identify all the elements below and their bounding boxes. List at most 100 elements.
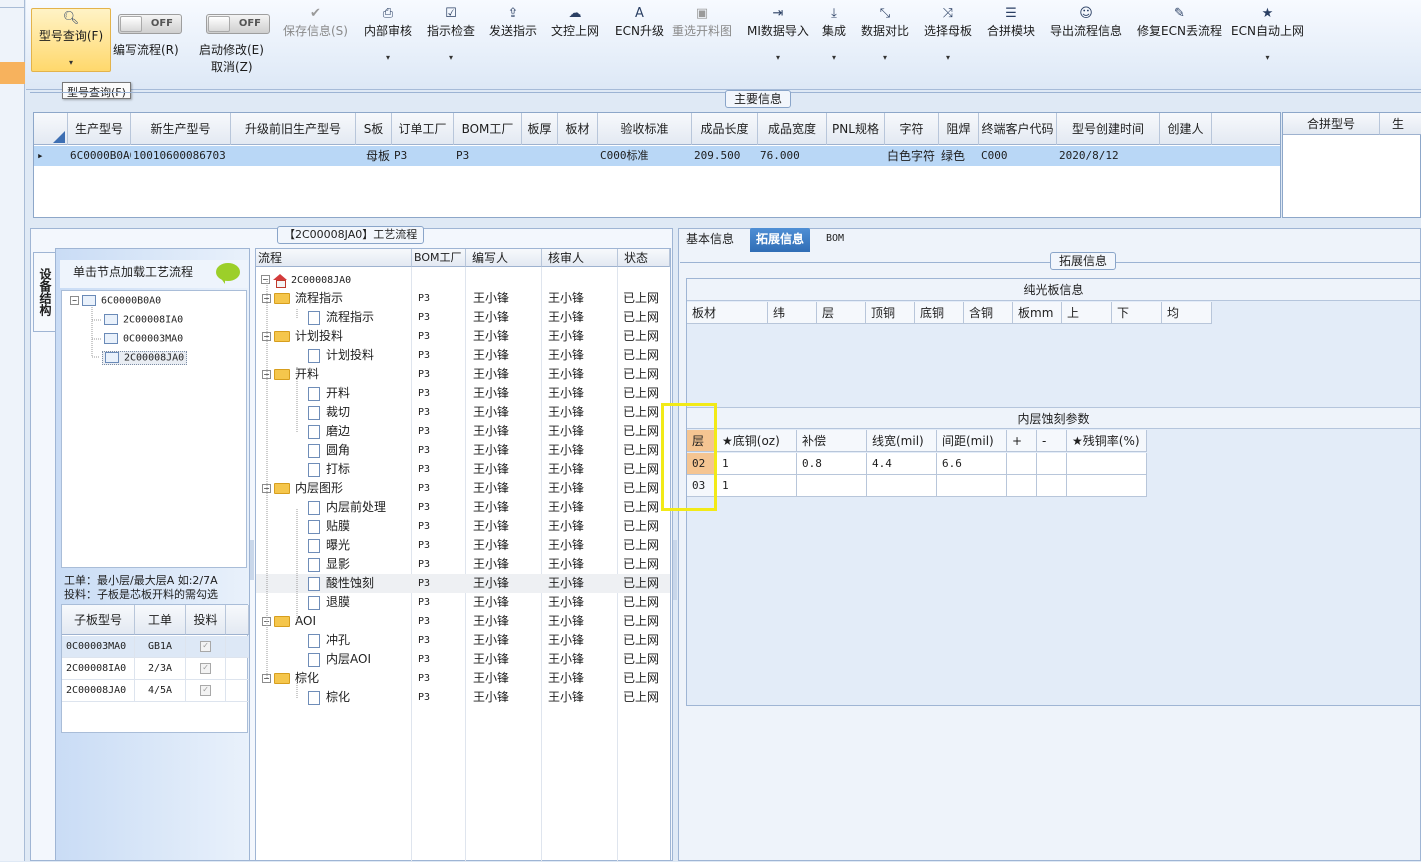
process-row[interactable]: 显影 P3 王小锋 王小锋 已上网 [256, 555, 670, 574]
column-header[interactable]: 板材 [558, 113, 598, 145]
save-info-button[interactable]: ✔ 保存信息(S) [283, 6, 348, 39]
column-header[interactable]: 成品长度 [692, 113, 758, 145]
query-model-button[interactable]: 🔍︎ 型号查询(F) ▾ [31, 8, 111, 72]
reselect-chart-button[interactable]: ▣ 重选开料图 [672, 6, 732, 39]
table-cell[interactable] [560, 146, 598, 166]
table-cell[interactable]: 209.500 [694, 146, 758, 166]
process-root[interactable]: −2C00008JA0 [256, 270, 670, 289]
process-row[interactable]: 棕化 P3 王小锋 王小锋 已上网 [256, 688, 670, 707]
etch-cell[interactable] [1067, 453, 1147, 475]
ecn-auto-button[interactable]: ★ ECN自动上网 ▾ [1231, 6, 1304, 62]
send-indicate-button[interactable]: ⇪ 发送指示 [489, 6, 537, 39]
column-header[interactable]: 终端客户代码 [979, 113, 1057, 145]
bare-column-header[interactable]: 纬 [768, 302, 817, 324]
sub-order-cell[interactable]: 4/5A [135, 680, 186, 702]
table-cell[interactable] [1162, 146, 1212, 166]
splitter-handle[interactable] [250, 540, 254, 580]
column-header[interactable]: 成品宽度 [758, 113, 827, 145]
etch-cell[interactable] [1067, 475, 1147, 497]
table-cell[interactable]: 白色字符 [887, 146, 939, 166]
column-header[interactable]: 新生产型号 [131, 113, 231, 145]
write-flow-toggle[interactable]: OFF [118, 14, 182, 34]
feed-checkbox[interactable]: ✓ [186, 658, 226, 680]
process-row[interactable]: 打标 P3 王小锋 王小锋 已上网 [256, 460, 670, 479]
bare-column-header[interactable]: 板材 [687, 302, 768, 324]
merge-module-button[interactable]: ☰ 合拼模块 [987, 6, 1035, 39]
table-cell[interactable] [524, 146, 558, 166]
table-row[interactable]: 0C00003MA0 GB1A ✓ [62, 636, 249, 658]
header-writer[interactable]: 编写人 [466, 249, 542, 267]
process-row[interactable]: 曝光 P3 王小锋 王小锋 已上网 [256, 536, 670, 555]
splitter-handle[interactable] [673, 540, 677, 600]
etch-cell[interactable]: 1 [717, 475, 797, 497]
column-header[interactable]: 订单工厂 [392, 113, 454, 145]
column-header[interactable]: S板 [356, 113, 392, 145]
table-row[interactable]: 2C00008IA0 2/3A ✓ [62, 658, 249, 680]
tab-bom[interactable]: BOM [820, 228, 850, 252]
table-row[interactable]: 2C00008JA0 4/5A ✓ [62, 680, 249, 702]
internal-review-button[interactable]: ⎙ 内部审核 ▾ [364, 6, 412, 62]
process-row[interactable]: 开料 P3 王小锋 王小锋 已上网 [256, 384, 670, 403]
table-cell[interactable]: P3 [456, 146, 522, 166]
process-row[interactable]: 裁切 P3 王小锋 王小锋 已上网 [256, 403, 670, 422]
table-cell[interactable]: 76.000 [760, 146, 827, 166]
repair-ecn-button[interactable]: ✎ 修复ECN丢流程 [1137, 6, 1222, 39]
start-modify-toggle[interactable]: OFF [206, 14, 270, 34]
export-flow-button[interactable]: ☺ 导出流程信息 [1050, 6, 1122, 39]
sub-header-order[interactable]: 工单 [135, 605, 186, 635]
table-row[interactable]: ▸ 6C0000B0A0 10010600086703 母板 P3 P3 C000标准 209… [34, 146, 1280, 166]
table-cell[interactable] [233, 146, 356, 166]
process-row[interactable]: 计划投料 P3 王小锋 王小锋 已上网 [256, 346, 670, 365]
process-row[interactable]: − 开料 P3 王小锋 王小锋 已上网 [256, 365, 670, 384]
sub-model-cell[interactable]: 2C00008IA0 [62, 658, 135, 680]
select-board-button[interactable]: ⤨ 选择母板 ▾ [924, 6, 972, 62]
tab-extended-info[interactable]: 拓展信息 [750, 228, 811, 252]
etch-column-header[interactable]: 间距(mil) [937, 430, 1007, 452]
column-header[interactable]: PNL规格 [827, 113, 885, 145]
sub-model-cell[interactable]: 0C00003MA0 [62, 636, 135, 658]
etch-cell[interactable] [797, 475, 867, 497]
process-row[interactable]: 贴膜 P3 王小锋 王小锋 已上网 [256, 517, 670, 536]
etch-column-header[interactable]: 线宽(mil) [867, 430, 937, 452]
bare-column-header[interactable]: 板mm [1013, 302, 1062, 324]
table-cell[interactable]: 2020/8/12 [1059, 146, 1160, 166]
column-header[interactable]: 阻焊 [939, 113, 979, 145]
process-row[interactable]: 退膜 P3 王小锋 王小锋 已上网 [256, 593, 670, 612]
integrate-button[interactable]: ⤓ 集成 ▾ [822, 6, 846, 62]
table-cell[interactable]: 母板 [358, 146, 392, 166]
table-cell[interactable]: P3 [394, 146, 454, 166]
process-row[interactable]: 流程指示 P3 王小锋 王小锋 已上网 [256, 308, 670, 327]
bare-column-header[interactable]: 底铜 [915, 302, 964, 324]
etch-column-header[interactable]: ★残铜率(%) [1067, 430, 1147, 452]
feed-checkbox[interactable]: ✓ [186, 636, 226, 658]
header-bom[interactable]: BOM工厂 [412, 249, 466, 267]
column-header[interactable]: 板厚 [522, 113, 558, 145]
indicate-check-button[interactable]: ☑ 指示检查 ▾ [427, 6, 475, 62]
sub-header-feed[interactable]: 投料 [186, 605, 226, 635]
column-header[interactable]: 字符 [885, 113, 939, 145]
data-compare-button[interactable]: ⤡ 数据对比 ▾ [861, 6, 909, 62]
table-cell[interactable]: 绿色 [941, 146, 979, 166]
process-row[interactable]: − 棕化 P3 王小锋 王小锋 已上网 [256, 669, 670, 688]
merge-production-header[interactable]: 生 [1380, 113, 1421, 135]
process-row[interactable]: 酸性蚀刻 P3 王小锋 王小锋 已上网 [256, 574, 670, 593]
column-header[interactable]: 验收标准 [598, 113, 692, 145]
process-row[interactable]: 内层AOI P3 王小锋 王小锋 已上网 [256, 650, 670, 669]
etch-cell[interactable] [1007, 475, 1037, 497]
etch-cell[interactable]: 6.6 [937, 453, 1007, 475]
etch-cell[interactable] [1007, 453, 1037, 475]
sub-order-cell[interactable]: GB1A [135, 636, 186, 658]
table-cell[interactable]: C000标准 [600, 146, 692, 166]
bare-column-header[interactable]: 层 [817, 302, 866, 324]
process-row[interactable]: 磨边 P3 王小锋 王小锋 已上网 [256, 422, 670, 441]
etch-cell[interactable] [937, 475, 1007, 497]
process-row[interactable]: 冲孔 P3 王小锋 王小锋 已上网 [256, 631, 670, 650]
etch-column-header[interactable]: + [1007, 430, 1037, 452]
bare-column-header[interactable]: 顶铜 [866, 302, 915, 324]
device-structure-tab[interactable]: 设备结构 [33, 252, 55, 332]
bare-column-header[interactable]: 含铜 [964, 302, 1013, 324]
bare-column-header[interactable]: 均 [1162, 302, 1212, 324]
ecn-upgrade-button[interactable]: A ECN升级 [615, 6, 664, 39]
etch-cell[interactable] [867, 475, 937, 497]
column-header[interactable]: 创建人 [1160, 113, 1212, 145]
